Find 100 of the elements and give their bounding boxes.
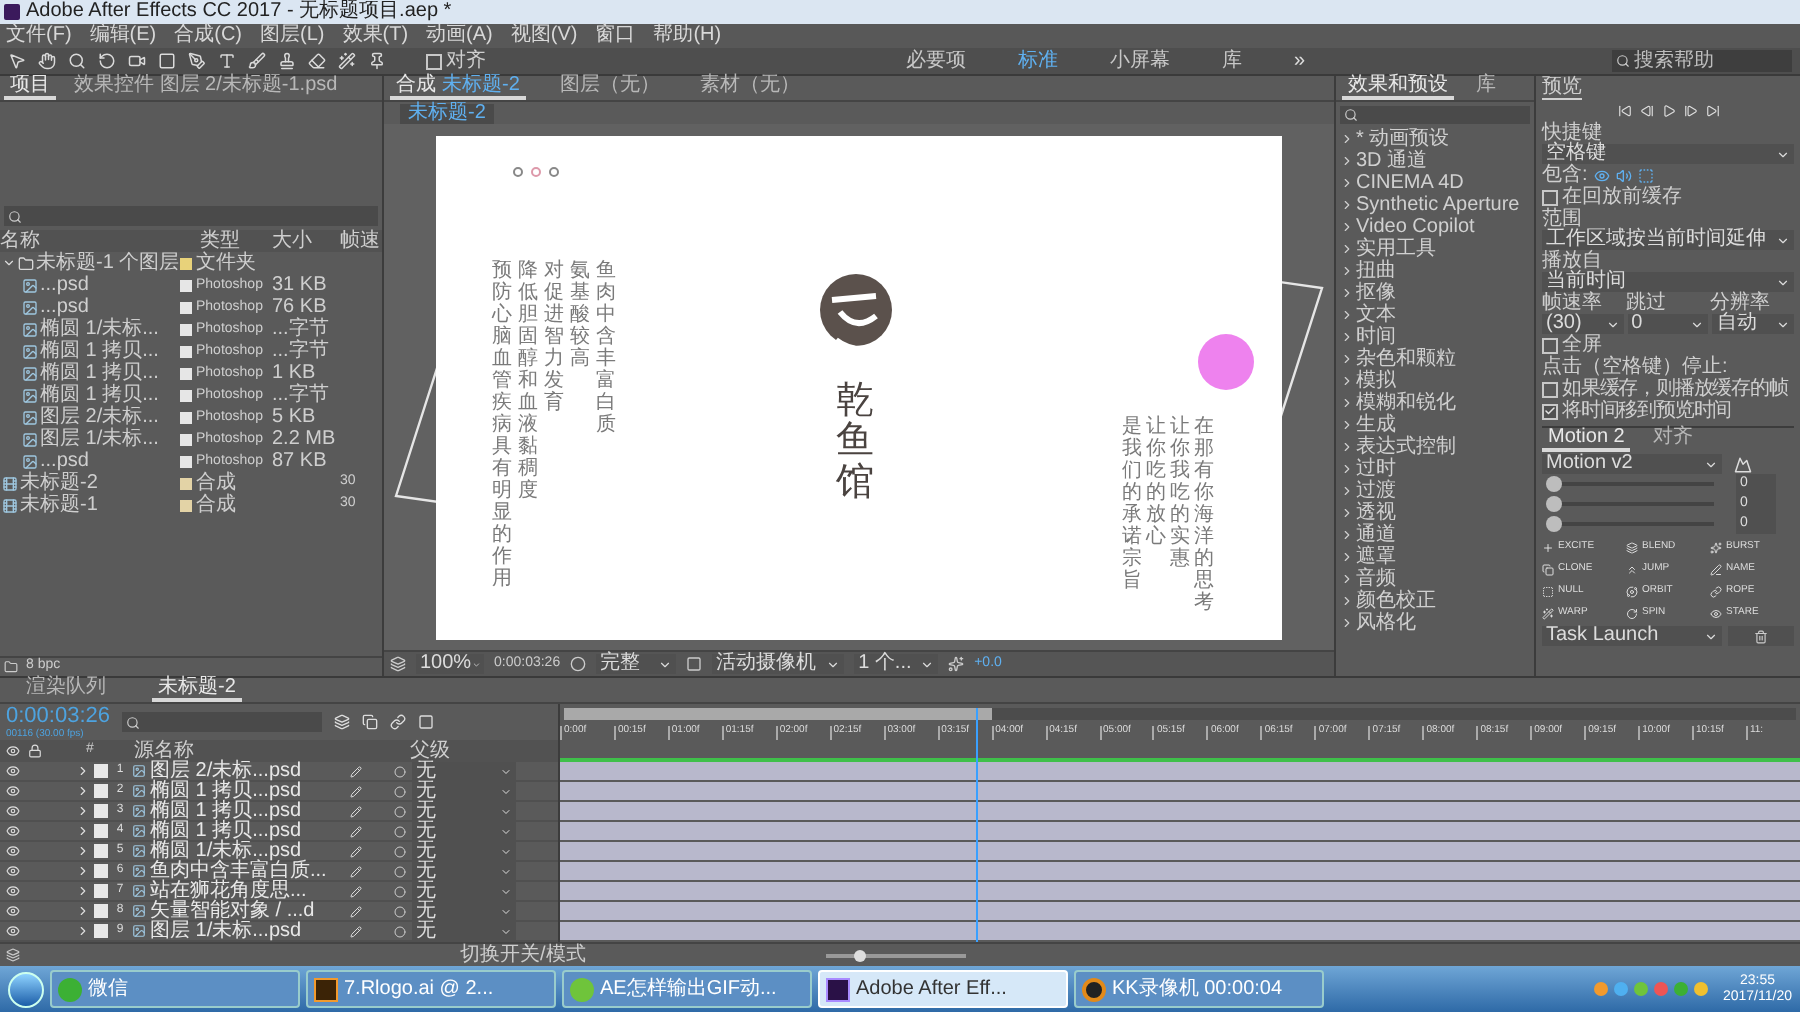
workspace-tab[interactable]: 必要项 [906, 51, 966, 71]
effect-category[interactable]: Synthetic Aperture [1356, 195, 1520, 215]
play-icon[interactable] [1661, 104, 1675, 118]
menu-item[interactable]: 文件(F) [6, 26, 72, 46]
stamp-icon[interactable] [278, 52, 296, 70]
item-name[interactable]: ...psd [40, 274, 89, 296]
item-name[interactable]: 未标题-2 [20, 472, 98, 494]
zoom-dropdown[interactable]: 100% [416, 654, 484, 674]
taskbar-button[interactable]: 7.Rlogo.ai @ 2... [306, 970, 556, 1008]
delete-button[interactable] [1728, 626, 1794, 646]
menu-item[interactable]: 编辑(E) [89, 26, 157, 46]
layer-name[interactable]: 椭圆 1 拷贝...psd [150, 801, 334, 821]
effect-category[interactable]: 生成 [1356, 415, 1396, 435]
resolution-dropdown[interactable]: 自动 [1712, 314, 1794, 334]
speaker-icon[interactable] [1615, 167, 1632, 183]
snapshot-icon[interactable] [570, 656, 587, 672]
eye-icon[interactable] [1593, 167, 1610, 183]
item-name[interactable]: 图层 2/未标... [40, 406, 159, 428]
effect-category[interactable]: 遮罩 [1356, 547, 1396, 567]
effect-category[interactable]: * 动画预设 [1356, 129, 1450, 149]
layers-icon[interactable] [334, 714, 350, 730]
pen-icon[interactable] [188, 52, 206, 70]
pencil-icon[interactable] [350, 845, 362, 857]
parent-dropdown[interactable]: 无 [412, 802, 516, 820]
effect-category[interactable]: 过渡 [1356, 481, 1396, 501]
effect-category[interactable]: 表达式控制 [1356, 437, 1456, 457]
task-launch-dropdown[interactable]: Task Launch [1542, 626, 1722, 646]
checkbox[interactable] [1542, 381, 1558, 397]
frame-rate-dropdown[interactable]: (30) [1542, 314, 1624, 334]
parent-dropdown[interactable]: 无 [412, 842, 516, 860]
item-name[interactable]: ...psd [40, 450, 89, 472]
effect-category[interactable]: 杂色和颗粒 [1356, 349, 1456, 369]
layer-name[interactable]: 鱼肉中含丰富白质... [150, 861, 334, 881]
panel-tab[interactable]: 素材（无） [693, 76, 806, 100]
menu-item[interactable]: 动画(A) [426, 26, 493, 46]
toggle-icon[interactable] [390, 656, 406, 672]
effect-category[interactable]: 通道 [1356, 525, 1396, 545]
region-icon[interactable] [686, 656, 703, 672]
checkbox[interactable] [1542, 337, 1558, 353]
panel-tab[interactable]: 库 [1470, 76, 1502, 100]
pencil-icon[interactable] [350, 885, 362, 897]
search-field[interactable]: 搜索帮助 [1612, 50, 1792, 72]
checkbox[interactable] [1542, 403, 1558, 419]
layer-name[interactable]: 椭圆 1/未标...psd [150, 841, 334, 861]
pencil-icon[interactable] [350, 785, 362, 797]
camera-dropdown[interactable]: 活动摄像机 [712, 654, 845, 674]
breadcrumb-tab[interactable]: 未标题-2 [400, 103, 494, 123]
square-icon[interactable] [418, 714, 434, 730]
effect-category[interactable]: 扭曲 [1356, 261, 1396, 281]
parent-dropdown[interactable]: 无 [412, 822, 516, 840]
effect-category[interactable]: 颜色校正 [1356, 591, 1436, 611]
item-name[interactable]: 图层 1/未标... [40, 428, 159, 450]
step-forward-icon[interactable] [1683, 104, 1697, 118]
rotate-icon[interactable] [98, 52, 116, 70]
pin-icon[interactable] [368, 52, 386, 70]
item-name[interactable]: 椭圆 1 拷贝... [40, 340, 159, 362]
effect-category[interactable]: 时间 [1356, 327, 1396, 347]
taskbar-button[interactable]: AE怎样输出GIF动... [562, 970, 812, 1008]
taskbar-button[interactable]: 微信 [50, 970, 300, 1008]
effect-category[interactable]: 抠像 [1356, 283, 1396, 303]
workspace-tab[interactable]: 标准 [1018, 51, 1058, 71]
switches-modes-toggle[interactable]: 切换开关/模式 [460, 945, 586, 965]
checkbox[interactable] [1542, 189, 1558, 205]
item-name[interactable]: 椭圆 1 拷贝... [40, 362, 159, 384]
item-name[interactable]: 未标题-1 个图层 [36, 252, 180, 274]
taskbar-button[interactable]: KK录像机 00:00:04 [1074, 970, 1324, 1008]
link-icon[interactable] [390, 714, 406, 730]
menu-item[interactable]: 图层(L) [260, 26, 325, 46]
brush-icon[interactable] [248, 52, 266, 70]
item-name[interactable]: 椭圆 1 拷贝... [40, 384, 159, 406]
play-from-dropdown[interactable]: 当前时间 [1542, 272, 1794, 292]
menu-item[interactable]: 帮助(H) [653, 26, 722, 46]
range-dropdown[interactable]: 工作区域按当前时间延伸 [1542, 230, 1794, 250]
camera-icon[interactable] [128, 52, 146, 70]
column-header[interactable]: 父级 [409, 740, 450, 762]
menu-item[interactable]: 窗口 [595, 26, 636, 46]
hand-icon[interactable] [38, 52, 56, 70]
column-header[interactable]: 类型 [180, 230, 272, 252]
effect-category[interactable]: 风格化 [1356, 613, 1416, 633]
parent-dropdown[interactable]: 无 [412, 762, 516, 780]
slider-thumb[interactable] [1546, 516, 1562, 532]
pencil-icon[interactable] [350, 865, 362, 877]
wand-icon[interactable] [338, 52, 356, 70]
effect-category[interactable]: 过时 [1356, 459, 1396, 479]
item-name[interactable]: 椭圆 1/未标... [40, 318, 159, 340]
panel-tab[interactable]: 未标题-2 [152, 678, 242, 702]
pencil-icon[interactable] [350, 825, 362, 837]
effect-category[interactable]: 文本 [1356, 305, 1396, 325]
effect-category[interactable]: 透视 [1356, 503, 1396, 523]
workspace-tab[interactable]: 小屏幕 [1110, 51, 1170, 71]
skip-dropdown[interactable]: 0 [1627, 314, 1709, 334]
effect-category[interactable]: 模拟 [1356, 371, 1396, 391]
effect-category[interactable]: CINEMA 4D [1356, 173, 1464, 193]
panel-tab[interactable]: 图层（无） [553, 76, 666, 100]
eraser-icon[interactable] [308, 52, 326, 70]
pencil-icon[interactable] [350, 805, 362, 817]
preset-dropdown[interactable]: Motion v2 [1542, 454, 1722, 474]
start-button[interactable] [8, 971, 44, 1007]
parent-dropdown[interactable]: 无 [412, 862, 516, 880]
panel-tab[interactable]: 效果控件 图层 2/未标题-1.psd [68, 76, 344, 100]
